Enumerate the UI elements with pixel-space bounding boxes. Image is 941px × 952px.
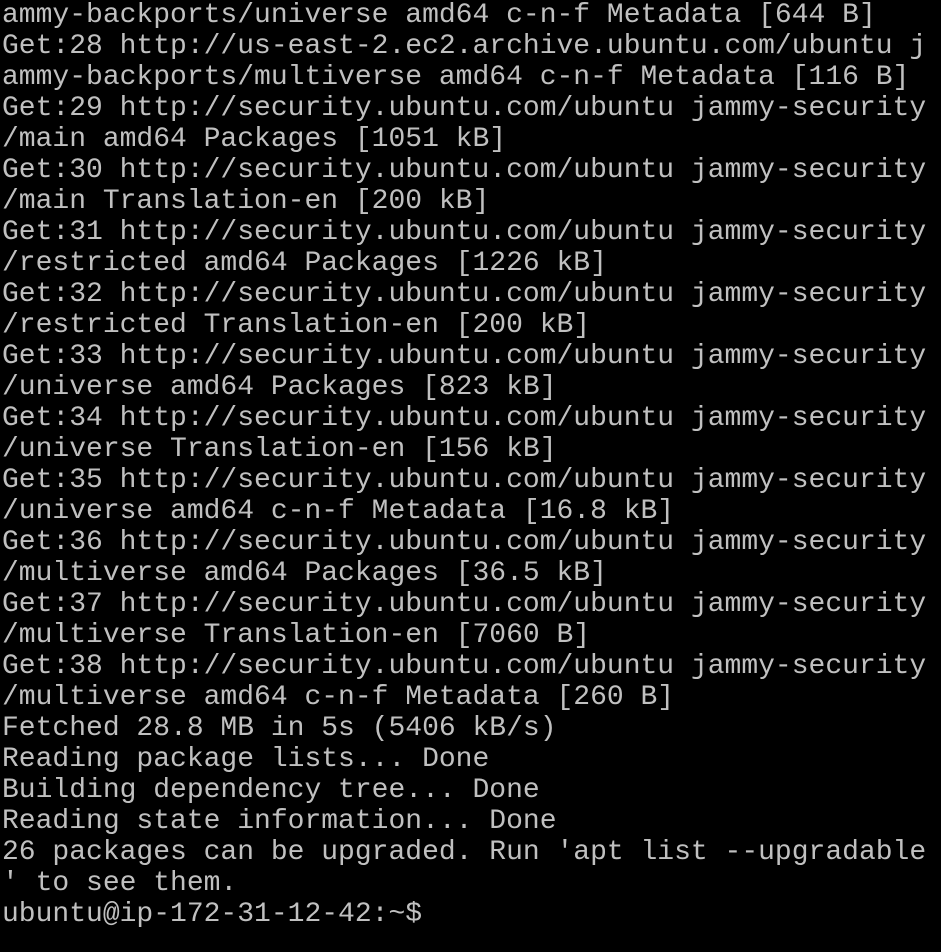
output-line: Reading package lists... Done [2, 744, 490, 775]
output-line: /multiverse amd64 Packages [36.5 kB] [2, 558, 607, 589]
output-line: /universe Translation-en [156 kB] [2, 434, 557, 465]
output-line: Get:28 http://us-east-2.ec2.archive.ubun… [2, 31, 927, 62]
output-line: Get:30 http://security.ubuntu.com/ubuntu… [2, 155, 927, 186]
output-line: Get:34 http://security.ubuntu.com/ubuntu… [2, 403, 927, 434]
output-line: ' to see them. [2, 868, 238, 899]
command-prompt-line[interactable]: ubuntu@ip-172-31-12-42:~$ [2, 899, 941, 930]
output-line: /main Translation-en [200 kB] [2, 186, 490, 217]
output-line: Get:33 http://security.ubuntu.com/ubuntu… [2, 341, 927, 372]
output-line: Get:35 http://security.ubuntu.com/ubuntu… [2, 465, 927, 496]
shell-prompt: ubuntu@ip-172-31-12-42:~$ [2, 899, 423, 930]
output-line: 26 packages can be upgraded. Run 'apt li… [2, 837, 927, 868]
output-line: ammy-backports/universe amd64 c-n-f Meta… [2, 0, 876, 31]
output-line: /multiverse amd64 c-n-f Metadata [260 B] [2, 682, 675, 713]
output-line: Get:32 http://security.ubuntu.com/ubuntu… [2, 279, 927, 310]
output-line: Get:31 http://security.ubuntu.com/ubuntu… [2, 217, 927, 248]
output-line: Fetched 28.8 MB in 5s (5406 kB/s) [2, 713, 557, 744]
output-line: /universe amd64 Packages [823 kB] [2, 372, 557, 403]
output-line: /main amd64 Packages [1051 kB] [2, 124, 507, 155]
output-line: /restricted Translation-en [200 kB] [2, 310, 591, 341]
output-line: /restricted amd64 Packages [1226 kB] [2, 248, 607, 279]
output-line: Building dependency tree... Done [2, 775, 540, 806]
output-line: /universe amd64 c-n-f Metadata [16.8 kB] [2, 496, 675, 527]
output-line: ammy-backports/multiverse amd64 c-n-f Me… [2, 62, 910, 93]
output-line: Get:37 http://security.ubuntu.com/ubuntu… [2, 589, 927, 620]
terminal-window[interactable]: ammy-backports/universe amd64 c-n-f Meta… [0, 0, 941, 952]
output-line: /multiverse Translation-en [7060 B] [2, 620, 591, 651]
text-cursor [424, 902, 438, 928]
output-line: Get:38 http://security.ubuntu.com/ubuntu… [2, 651, 927, 682]
output-line: Get:36 http://security.ubuntu.com/ubuntu… [2, 527, 927, 558]
output-line: Get:29 http://security.ubuntu.com/ubuntu… [2, 93, 927, 124]
output-line: Reading state information... Done [2, 806, 557, 837]
